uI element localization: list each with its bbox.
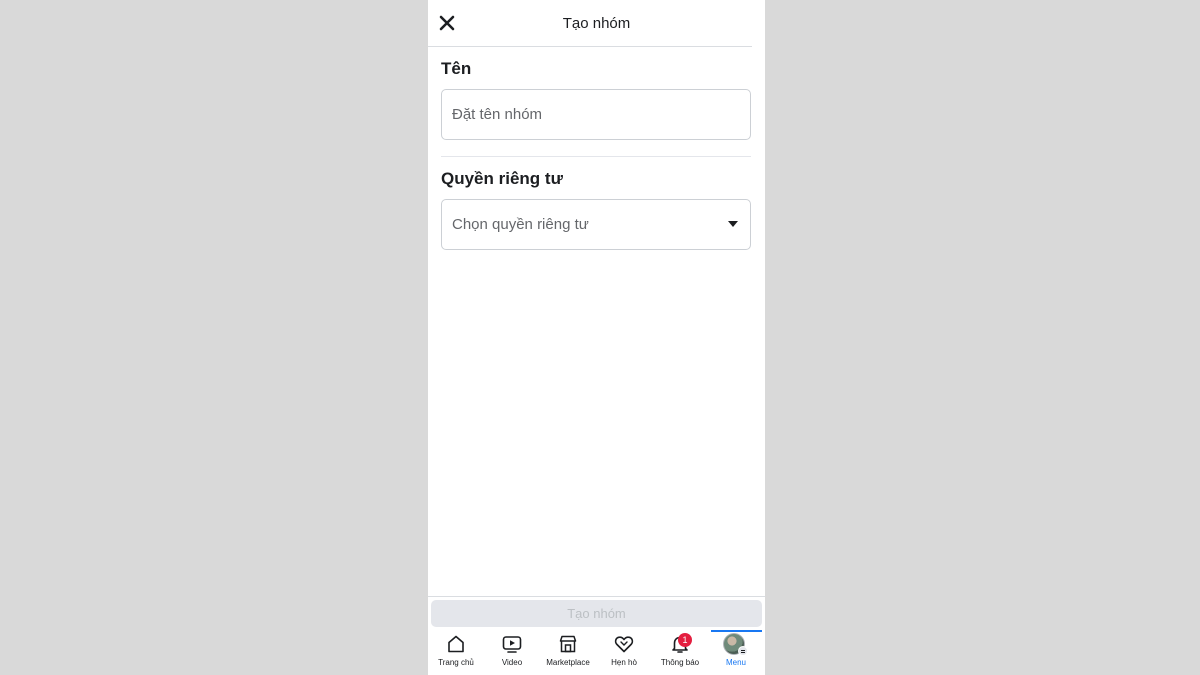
name-label: Tên <box>441 59 472 78</box>
menu-icon <box>738 646 748 656</box>
tab-video[interactable]: Video <box>484 630 540 675</box>
dating-heart-icon <box>614 636 634 653</box>
bottom-divider <box>428 596 765 597</box>
marketplace-icon <box>559 635 577 653</box>
notification-badge: 1 <box>678 633 692 647</box>
header-divider <box>428 46 752 47</box>
create-group-button[interactable]: Tạo nhóm <box>431 600 762 627</box>
section-divider <box>441 156 751 157</box>
tab-notifications[interactable]: 1 Thông báo <box>652 630 708 675</box>
caret-down-icon <box>728 221 738 227</box>
tab-dating[interactable]: Hẹn hò <box>596 630 652 675</box>
header: Tạo nhóm <box>428 0 765 46</box>
tab-home[interactable]: Trang chủ <box>428 630 484 675</box>
group-name-input[interactable] <box>442 90 732 139</box>
bottom-tab-bar: Trang chủ Video Marketplace Hẹn hò 1 Thô… <box>428 630 765 675</box>
page-title: Tạo nhóm <box>562 15 631 32</box>
privacy-select-value: Chọn quyền riêng tư <box>452 216 589 233</box>
home-icon <box>448 635 464 653</box>
privacy-select[interactable]: Chọn quyền riêng tư <box>441 199 751 250</box>
tab-menu[interactable]: Menu <box>708 630 764 675</box>
video-icon <box>502 636 522 653</box>
tab-menu-label: Menu <box>725 658 746 667</box>
group-name-field <box>441 89 751 140</box>
privacy-label: Quyền riêng tư <box>441 169 563 188</box>
phone-screen: Tạo nhóm Tên Quyền riêng tư Chọn quyền r… <box>428 0 765 675</box>
tab-marketplace[interactable]: Marketplace <box>540 630 596 675</box>
